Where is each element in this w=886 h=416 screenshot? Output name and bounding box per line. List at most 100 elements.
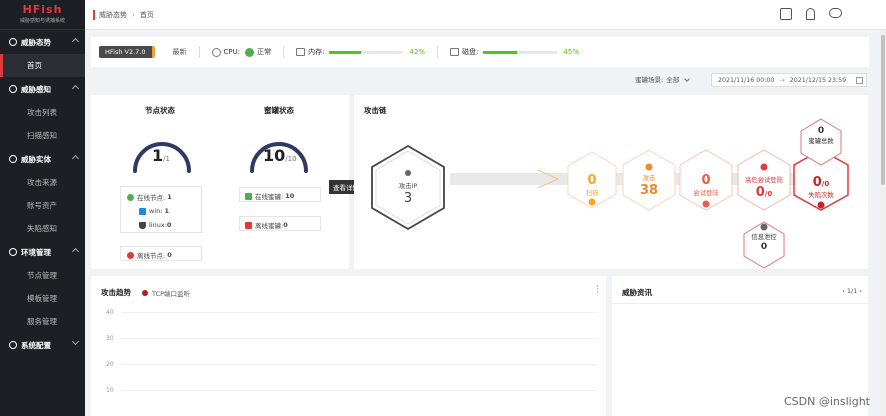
scan-node[interactable]: 0 扫描: [586, 173, 599, 197]
node-status-title: 节点状态: [145, 106, 175, 115]
grid-line: [121, 312, 596, 313]
sidebar-item-node-management[interactable]: 节点管理: [0, 264, 85, 287]
sidebar-group-threat-entity[interactable]: 威胁实体: [0, 147, 85, 171]
attack-chain-panel: 攻击链 攻击IP 3 0 扫描 攻击 38 0 尝试登陆 高危尝试登陆 0/0 0/0 失陷…: [354, 95, 868, 269]
date-range-picker[interactable]: 2021/11/16 00:00 → 2021/12/15 23:59: [711, 73, 867, 87]
sidebar-item-compromise-perception[interactable]: 失陷感知: [0, 217, 85, 240]
legend-dot: [142, 290, 148, 296]
version-badge: HFish V2.7.0: [99, 46, 155, 58]
memory-progress: [329, 50, 404, 54]
date-end[interactable]: 2021/12/15 23:59: [790, 77, 846, 84]
sidebar-item-scan-perception[interactable]: 扫描感知: [0, 124, 85, 147]
breadcrumb-current: 首页: [139, 10, 154, 19]
chevron-down-icon[interactable]: [684, 76, 691, 82]
sidebar-group-system-config[interactable]: 系统配置: [0, 333, 85, 357]
compromise-icon: [817, 201, 825, 209]
honeypot-offline-icon: [245, 221, 252, 229]
attack-icon: [645, 163, 653, 171]
attack-trend-title: 攻击趋势: [101, 288, 131, 297]
memory-percent: 42%: [409, 48, 426, 56]
breadcrumb-separator: ›: [132, 10, 135, 19]
high-risk-login-node[interactable]: 高危尝试登陆 0/0: [745, 175, 783, 200]
sidebar-item-attack-source[interactable]: 攻击来源: [0, 171, 85, 194]
top-icons: [780, 8, 842, 20]
brand-name: HFish: [22, 3, 63, 16]
chevron-up-icon: [71, 37, 80, 46]
breadcrumb-item[interactable]: 威胁态势: [99, 10, 127, 20]
entity-icon: [9, 155, 17, 163]
date-start[interactable]: 2021/11/16 00:00: [718, 77, 774, 84]
chevron-up-icon: [71, 247, 80, 256]
offline-nodes-box: 离线节点: 0: [120, 246, 202, 261]
dashboard-icon: [9, 38, 17, 46]
honeypot-icon: [245, 192, 252, 200]
arrow-right-icon: →: [779, 76, 785, 84]
offline-honeypots: 离线蜜罐: 0: [245, 220, 288, 230]
download-icon[interactable]: [780, 8, 792, 20]
calendar-icon[interactable]: [856, 77, 863, 84]
y-tick: 20: [106, 361, 114, 368]
watermark: CSDN @inslight: [784, 395, 870, 408]
info-leak-node[interactable]: 信息泄控 0: [751, 232, 776, 252]
chevron-up-icon: [71, 154, 80, 163]
attack-ip-node[interactable]: 攻击IP 3: [399, 181, 417, 206]
scrollbar[interactable]: [880, 30, 886, 416]
scene-filter-label: 蜜罐场景:: [635, 76, 664, 84]
offline-nodes: 离线节点: 0: [127, 250, 172, 260]
radar-icon: [9, 85, 17, 93]
high-risk-icon: [760, 163, 768, 171]
memory-icon: [296, 48, 306, 56]
env-icon: [9, 248, 17, 256]
y-tick: 30: [106, 335, 114, 342]
attack-ip-icon: [405, 170, 411, 176]
sidebar-group-env-management[interactable]: 环境管理: [0, 240, 85, 264]
linux-nodes: linux: 0: [139, 221, 171, 229]
divider: [437, 46, 439, 58]
threat-intel-title: 威胁资讯: [622, 288, 652, 297]
more-menu-icon[interactable]: · · ·: [596, 283, 599, 298]
cpu-status: 正常: [257, 48, 272, 56]
sidebar-item-template-management[interactable]: 模板管理: [0, 287, 85, 310]
brand-logo[interactable]: HFish 威胁感知与诱捕系统: [0, 0, 85, 30]
windows-icon: [139, 207, 146, 215]
trend-legend[interactable]: TCP端口监听: [142, 288, 190, 298]
bell-icon[interactable]: [806, 8, 815, 20]
y-tick: 40: [106, 309, 114, 316]
node-gauge-value: 1/1: [152, 146, 170, 165]
scene-filter[interactable]: 蜜罐场景: 全部: [635, 74, 697, 84]
divider: [283, 46, 285, 58]
intel-pagination[interactable]: ‹ 1/1 ›: [842, 287, 862, 295]
sidebar: HFish 威胁感知与诱捕系统 威胁态势 首页 威胁感知 攻击列表 扫描感知 威…: [0, 0, 85, 416]
node-tree: 在线节点: 1 win: 1 linux: 0: [120, 186, 202, 233]
sidebar-item-attack-list[interactable]: 攻击列表: [0, 101, 85, 124]
honeypot-total-node[interactable]: 0 蜜罐总数: [808, 126, 833, 145]
breadcrumb-marker: [93, 9, 95, 20]
sidebar-group-threat-perception[interactable]: 威胁感知: [0, 77, 85, 101]
compromise-node[interactable]: 0/0 失陷次数: [808, 175, 833, 199]
sidebar-group-threat-situation[interactable]: 威胁态势: [0, 30, 85, 54]
honeypot-status-title: 蜜罐状态: [264, 106, 294, 115]
disk-label: 磁盘:: [462, 48, 479, 56]
chevron-right-icon[interactable]: ›: [857, 287, 862, 295]
login-attempt-node[interactable]: 0 尝试登陆: [693, 173, 718, 197]
attack-node[interactable]: 攻击 38: [640, 173, 658, 198]
sidebar-item-home[interactable]: 首页: [0, 54, 85, 77]
scene-filter-value[interactable]: 全部: [666, 74, 679, 84]
chevron-down-icon: [71, 337, 80, 346]
memory-progress-fill: [329, 50, 361, 54]
y-tick: 10: [106, 387, 114, 394]
attack-trend-panel: 攻击趋势 TCP端口监听 · · · 40 30 20 10: [91, 276, 606, 416]
online-nodes: 在线节点: 1: [127, 192, 172, 202]
grid-line: [121, 364, 596, 365]
cpu-label: CPU:: [223, 48, 241, 56]
top-bar: 威胁态势 › 首页: [85, 0, 886, 30]
linux-icon: [139, 221, 146, 229]
chat-icon[interactable]: [829, 8, 842, 18]
scrollbar-thumb[interactable]: [881, 35, 885, 185]
check-icon: [245, 47, 255, 57]
info-leak-icon: [760, 223, 768, 231]
cpu-icon: [211, 47, 221, 57]
login-icon: [702, 200, 710, 208]
sidebar-item-service-management[interactable]: 服务管理: [0, 310, 85, 333]
sidebar-item-account-assets[interactable]: 账号资产: [0, 194, 85, 217]
